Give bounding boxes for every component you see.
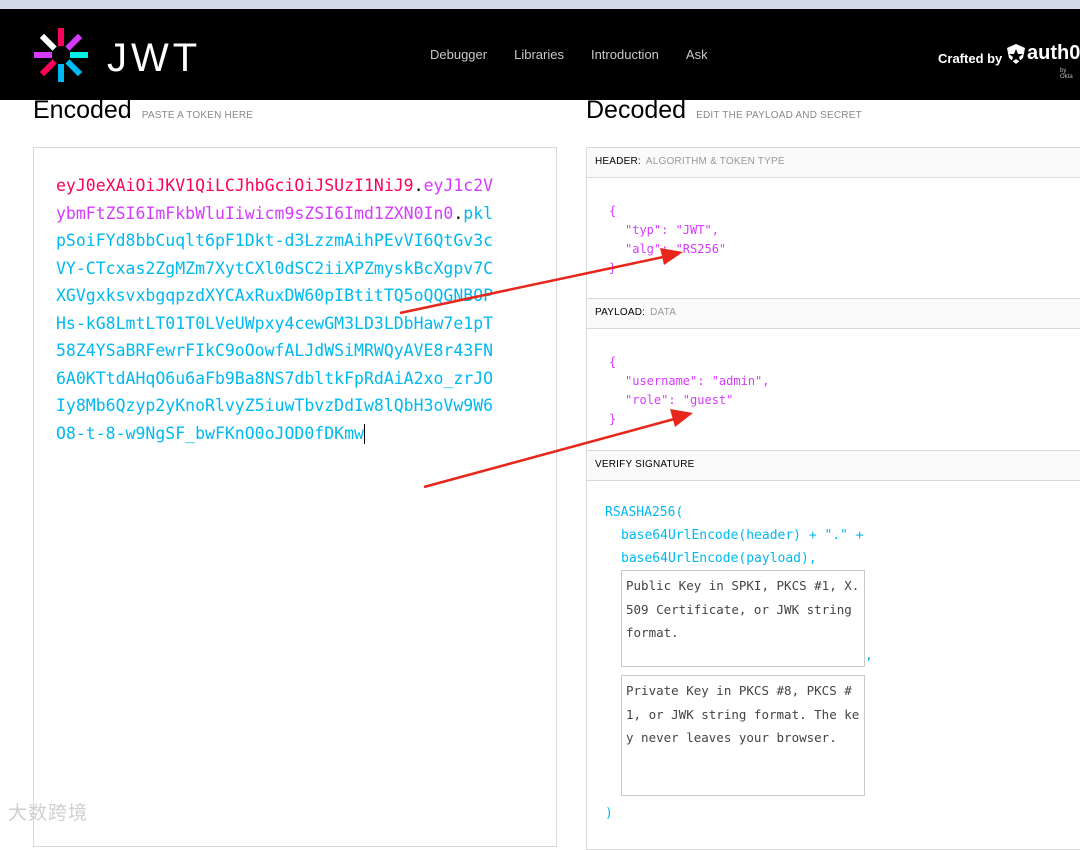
verify-line-header: base64UrlEncode(header) + "." + [621,528,864,543]
encoded-token-editor[interactable]: eyJ0eXAiOiJKV1QiLCJhbGciOiJSUzI1NiJ9.eyJ… [33,147,557,847]
payload-close-brace: } [609,412,617,426]
payload-role-line: "role": "guest" [625,393,734,407]
browser-top-strip [0,0,1080,9]
header-open-brace: { [609,204,617,218]
decoded-subtitle: EDIT THE PAYLOAD AND SECRET [696,110,862,121]
auth0-shield-icon [1007,43,1025,64]
text-cursor [363,424,365,444]
header-alg-line: "alg": "RS256" [625,242,727,256]
header-typ-line: "typ": "JWT", [625,223,719,237]
private-key-textarea[interactable]: Private Key in PKCS #8, PKCS #1, or JWK … [621,675,865,796]
auth0-brand-link[interactable]: auth0 by Okta [1005,42,1080,80]
decoded-title: Decoded [586,96,687,124]
verify-fn-name: RSASHA256( [605,505,684,520]
payload-username-line: "username": "admin", [625,374,770,388]
crafted-by-label: Crafted by [938,51,1003,66]
encoded-title: Encoded [33,96,132,124]
payload-label: PAYLOAD: [595,307,646,318]
header-panel-title: HEADER: ALGORITHM & TOKEN TYPE [587,148,1080,178]
public-key-textarea[interactable]: Public Key in SPKI, PKCS #1, X.509 Certi… [621,570,865,667]
key-separator-comma: , [865,648,873,663]
payload-panel: PAYLOAD: DATA { "username": "admin", "ro… [586,298,1080,451]
encoded-heading: Encoded PASTE A TOKEN HERE [33,96,253,125]
header-panel: HEADER: ALGORITHM & TOKEN TYPE { "typ": … [586,147,1080,299]
nav-link-introduction[interactable]: Introduction [591,47,659,62]
payload-json-editor[interactable]: { "username": "admin", "role": "guest" } [587,329,1080,451]
payload-open-brace: { [609,355,617,369]
header-json-editor[interactable]: { "typ": "JWT", "alg": "RS256" } [587,178,1080,299]
payload-panel-title: PAYLOAD: DATA [587,299,1080,329]
encoded-subtitle: PASTE A TOKEN HERE [141,110,254,121]
verify-panel-title: VERIFY SIGNATURE [587,451,1080,481]
logo-text: JWT [107,36,202,80]
header-label: HEADER: [595,156,641,167]
top-navbar: JWT Debugger Libraries Introduction Ask … [0,9,1080,100]
token-text[interactable]: eyJ0eXAiOiJKV1QiLCJhbGciOiJSUzI1NiJ9.eyJ… [56,172,496,447]
watermark: 大数跨境 [8,802,89,824]
nav-link-debugger[interactable]: Debugger [430,47,487,62]
decoded-heading: Decoded EDIT THE PAYLOAD AND SECRET [586,96,862,125]
verify-line-payload: base64UrlEncode(payload), [621,551,817,566]
header-close-brace: } [609,261,617,275]
payload-sublabel: DATA [650,307,677,318]
nav-link-ask[interactable]: Ask [686,47,708,62]
nav-link-libraries[interactable]: Libraries [514,47,564,62]
token-header-part: eyJ0eXAiOiJKV1QiLCJhbGciOiJSUzI1NiJ9 [56,176,414,195]
verify-signature-panel: VERIFY SIGNATURE RSASHA256( base64UrlEnc… [586,450,1080,850]
nav-links: Debugger Libraries Introduction Ask [430,47,708,62]
auth0-by-okta: by Okta [1060,68,1073,80]
auth0-brand-text: auth0 [1027,42,1080,64]
verify-close-paren: ) [605,806,613,821]
header-sublabel: ALGORITHM & TOKEN TYPE [645,156,785,167]
token-signature-part: pklpSoiFYd8bbCuqlt6pF1Dkt-d3LzzmAihPEvVI… [56,203,494,443]
jwt-logo-icon[interactable] [33,27,89,83]
verify-signature-body: RSASHA256( base64UrlEncode(header) + "."… [587,481,1080,825]
verify-label: VERIFY SIGNATURE [595,459,695,470]
